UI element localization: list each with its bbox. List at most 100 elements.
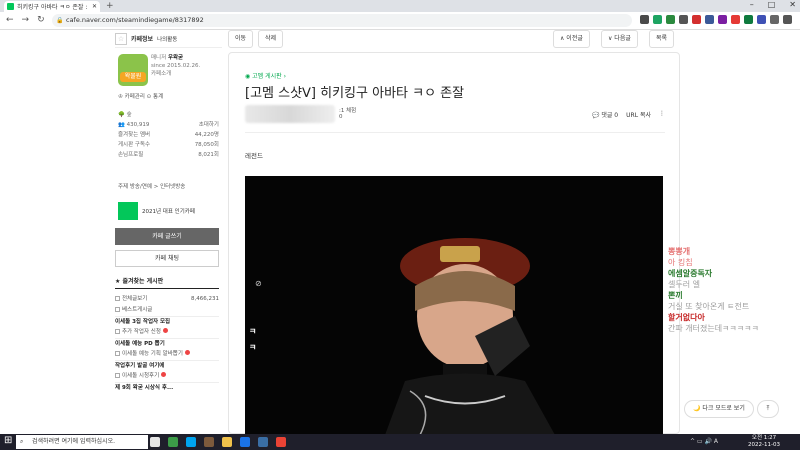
minimize-button[interactable]: –	[750, 0, 754, 9]
tab-title: 히키킹구 아바타 ㅋㅇ 존잘 : 네이버	[17, 4, 89, 11]
divider	[245, 132, 665, 133]
cafe-admin-links[interactable]: ♔ 카페관리 ⊙ 통계	[118, 92, 163, 100]
video-player[interactable]: ⊘ ㅋ ㅋ	[245, 176, 663, 435]
search-icon: ⌕	[20, 438, 24, 445]
chat-overlay: 뽕뽕개 아 킹칩 에셈알중독자 셀두러 엘 뽄끼 거실 또 찾아온게 ㅌ전트 할거없다아 간파…	[668, 246, 800, 334]
taskbar-app-icon[interactable]	[258, 437, 268, 447]
maximize-button[interactable]: □	[768, 0, 776, 9]
url-field[interactable]: 🔒 cafe.naver.com/steamindiegame/8317892	[52, 14, 632, 27]
cafe-stats: 🌳 숲 👥 430,919 초대하기 즐겨찾는 멤버 44,220명 게시판 구독수…	[118, 110, 219, 160]
clock[interactable]: 오전 1:27 2022-11-03	[748, 435, 780, 449]
board-item[interactable]: 추가 작업자 신청	[115, 327, 219, 338]
board-label: 작업후기 발굴 여기에	[115, 363, 165, 369]
taskbar-app-icon[interactable]	[222, 437, 232, 447]
invite-link[interactable]: 초대하기	[199, 120, 219, 130]
extension-icon[interactable]	[731, 15, 740, 24]
author-level: :1 체험 0	[339, 108, 357, 120]
taskbar-app-icon[interactable]	[204, 437, 214, 447]
post-title: [고멤 스샷ᐯ] 히키킹구 아바타 ㅋㅇ 존잘	[245, 86, 465, 101]
post-body-text: 레전드	[245, 152, 263, 160]
tab-close-icon[interactable]: ✕	[92, 3, 97, 10]
stat-value: 78,050회	[194, 142, 219, 148]
board-label: 추가 작업자 신청	[122, 329, 161, 335]
next-post-button[interactable]: ∨ 다음글	[601, 30, 638, 48]
manager-name[interactable]: 우왁굳	[168, 55, 183, 61]
extension-icon[interactable]	[679, 15, 688, 24]
board-item[interactable]: 전체글보기 8,466,231	[115, 294, 219, 305]
member-count[interactable]: 👥 430,919	[118, 120, 149, 130]
scroll-top-button[interactable]: ⤒	[757, 400, 779, 418]
browser-tab[interactable]: 히키킹구 아바타 ㅋㅇ 존잘 : 네이버 ✕	[4, 1, 100, 12]
taskbar-app-icon[interactable]	[168, 437, 178, 447]
more-options-icon[interactable]: ⋮	[659, 110, 665, 119]
extension-icon[interactable]	[770, 15, 779, 24]
board-item[interactable]: 제 9회 왁굳 시상식 후...	[115, 382, 219, 393]
new-tab-button[interactable]: +	[106, 1, 114, 11]
board-label: 이세돌 시청후기	[122, 373, 160, 379]
url-text: cafe.naver.com/steamindiegame/8317892	[66, 16, 204, 24]
board-link[interactable]: ◉ 고멤 게시판 ›	[245, 71, 286, 80]
board-list: 전체글보기 8,466,231 베스트게시글 이세돌 3집 작업자 모집추가 작업자 …	[115, 294, 219, 393]
write-post-button[interactable]: 카페 글쓰기	[115, 228, 219, 245]
back-button[interactable]: ←	[6, 15, 14, 25]
board-item[interactable]: 베스트게시글	[115, 305, 219, 316]
overlay-text: ㅋ	[249, 343, 257, 352]
cafe-sidebar: ☆ 카페정보 나의활동 왁물원 매니저 우왁굳 since 2015.02.26…	[115, 30, 222, 434]
cafe-theme[interactable]: 주제 방송/연예 > 인터넷방송	[118, 182, 185, 190]
captions-off-icon[interactable]: ⊘	[255, 279, 262, 288]
close-window-button[interactable]: ✕	[789, 0, 796, 9]
prev-post-button[interactable]: ∧ 이전글	[553, 30, 590, 48]
taskbar-app-icon[interactable]	[186, 437, 196, 447]
reload-button[interactable]: ↻	[37, 15, 45, 25]
stat-label: 게시판 구독수	[118, 142, 151, 148]
taskbar-search-input[interactable]: ⌕ 검색하려면 여기에 입력하십시오.	[16, 435, 148, 449]
forward-button[interactable]: →	[22, 15, 30, 25]
naver-logo-icon	[118, 202, 138, 220]
stat-value: 44,220명	[194, 132, 219, 138]
chat-message: 거실 또 찾아온게 ㅌ전트	[668, 302, 750, 311]
extension-icon[interactable]	[783, 15, 792, 24]
tab-my-activity[interactable]: 나의활동	[157, 35, 177, 43]
extension-icon[interactable]	[640, 15, 649, 24]
checkbox-icon[interactable]	[115, 329, 120, 334]
system-tray[interactable]: ^ ▭ 🔊 A	[690, 438, 718, 445]
taskbar-app-icon[interactable]	[240, 437, 250, 447]
delete-button[interactable]: 삭제	[258, 30, 284, 48]
extension-icon[interactable]	[718, 15, 727, 24]
star-icon[interactable]: ☆	[115, 32, 127, 45]
taskbar-app-icon[interactable]	[150, 437, 160, 447]
taskbar-app-icon[interactable]	[276, 437, 286, 447]
lock-icon: 🔒	[56, 17, 64, 24]
dark-mode-button[interactable]: 🌙 다크 모드로 보기	[684, 400, 754, 418]
checkbox-icon[interactable]	[115, 351, 120, 356]
extension-icon[interactable]	[692, 15, 701, 24]
checkbox-icon[interactable]	[115, 307, 120, 312]
comment-count-button[interactable]: 💬 댓글 0	[592, 110, 618, 119]
board-label: 이세돌 예능 PD 뽑기	[115, 341, 165, 347]
board-item[interactable]: 이세돌 예능 PD 뽑기	[115, 338, 219, 349]
start-button[interactable]: ⊞	[4, 435, 12, 446]
extension-icon[interactable]	[666, 15, 675, 24]
cafe-chat-button[interactable]: 카페 채팅	[115, 250, 219, 267]
board-item[interactable]: 이세돌 3집 작업자 모집	[115, 316, 219, 327]
tab-cafe-info[interactable]: 카페정보	[131, 34, 153, 43]
list-button[interactable]: 목록	[649, 30, 675, 48]
badge-text: 2021년 대표 인기카페	[142, 209, 195, 215]
view-count: 0	[339, 114, 343, 120]
stat-value: 8,021회	[198, 152, 219, 158]
url-copy-button[interactable]: URL 복사	[626, 110, 651, 119]
author-blurred[interactable]	[245, 105, 335, 123]
move-button[interactable]: 이동	[228, 30, 254, 48]
extension-icon[interactable]	[757, 15, 766, 24]
cafe-avatar[interactable]: 왁물원	[118, 54, 148, 86]
extension-icon[interactable]	[705, 15, 714, 24]
extension-icon[interactable]	[653, 15, 662, 24]
checkbox-icon[interactable]	[115, 296, 120, 301]
board-item[interactable]: 이세돌 예능 기획 알바뽑기	[115, 349, 219, 360]
extension-icon[interactable]	[744, 15, 753, 24]
board-item[interactable]: 이세돌 시청후기	[115, 371, 219, 382]
cafe-intro-link[interactable]: 카페소개	[151, 70, 200, 78]
chat-message: 간파 개터졌는데ㅋㅋㅋㅋㅋ	[668, 324, 759, 333]
checkbox-icon[interactable]	[115, 373, 120, 378]
board-item[interactable]: 작업후기 발굴 여기에	[115, 360, 219, 371]
